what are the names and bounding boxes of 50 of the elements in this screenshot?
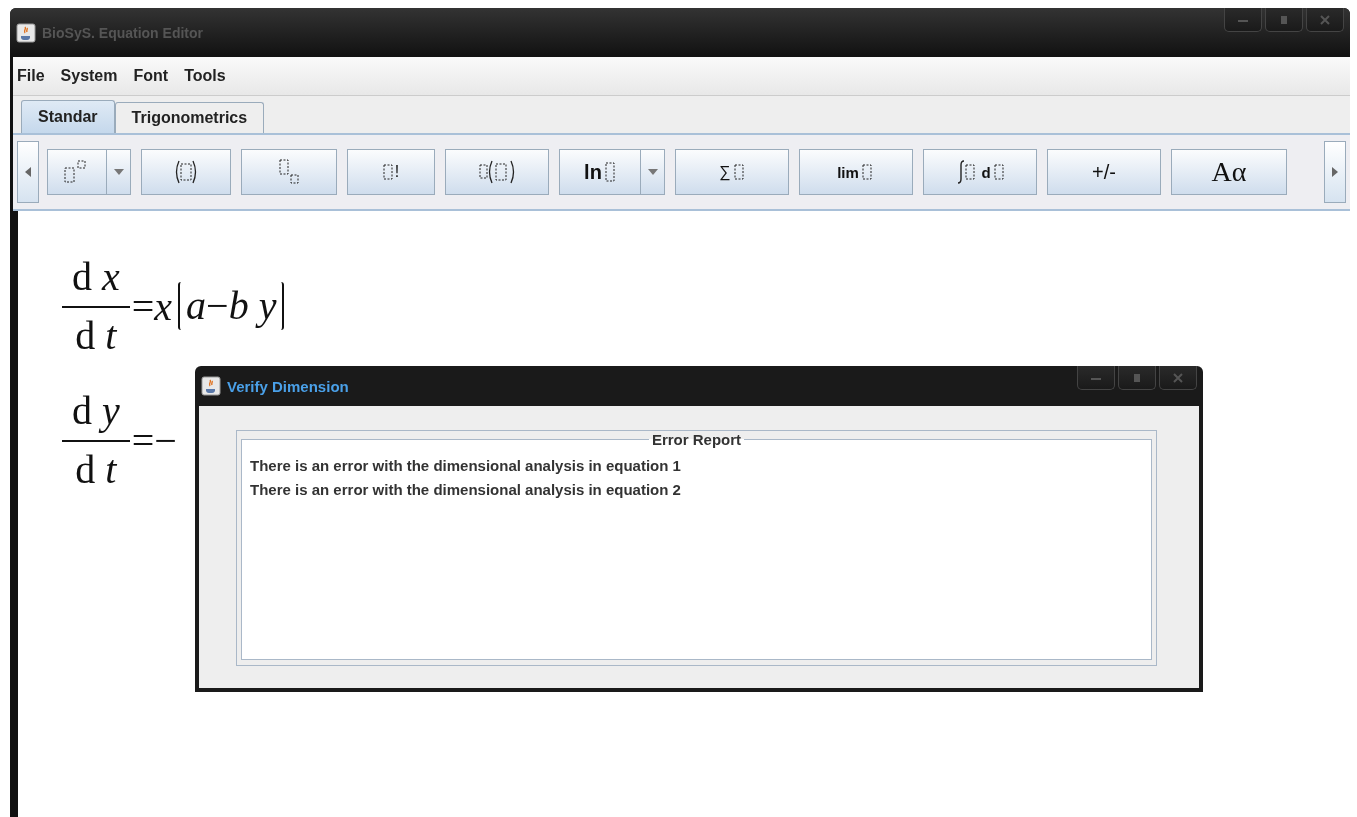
maximize-button[interactable] — [1118, 366, 1156, 390]
toolbar-button[interactable]: d — [923, 149, 1037, 195]
dialog-title: Verify Dimension — [227, 377, 349, 395]
toolbar-button[interactable] — [445, 149, 549, 195]
close-button[interactable] — [1306, 8, 1344, 32]
bracketed-expression: a−b y — [178, 282, 285, 330]
menu-item[interactable]: File — [17, 67, 45, 85]
close-icon — [1171, 372, 1185, 383]
cup-icon — [16, 22, 36, 43]
right-arrow-icon — [1331, 166, 1339, 178]
menu-item[interactable]: System — [60, 67, 118, 85]
placeholder-icon — [992, 163, 1005, 181]
close-button[interactable] — [1159, 366, 1197, 390]
toolbar-button[interactable] — [47, 149, 107, 195]
equation-text: =x — [131, 282, 173, 330]
tab[interactable]: Standar — [21, 100, 115, 133]
close-icon — [1318, 14, 1332, 25]
placeholder-icon — [603, 161, 616, 183]
toolbar-button[interactable]: lim — [799, 149, 913, 195]
placeholder-icon — [732, 163, 745, 181]
menu-item[interactable]: Font — [133, 67, 169, 85]
toolbar-button[interactable]: ln — [559, 149, 641, 195]
function-template-icon — [477, 158, 517, 186]
maximize-button[interactable] — [1265, 8, 1303, 32]
toolbar-button[interactable] — [241, 149, 337, 195]
toolbar-button[interactable]: ! — [347, 149, 435, 195]
scroll-right-button[interactable] — [1324, 141, 1346, 203]
placeholder-icon — [860, 163, 875, 181]
toolbar-button[interactable]: +/- — [1047, 149, 1161, 195]
scroll-left-button[interactable] — [17, 141, 39, 203]
toolbar-button[interactable] — [141, 149, 231, 195]
group-title: Error Report — [650, 431, 743, 448]
cup-icon — [201, 376, 221, 396]
caret-icon — [112, 168, 125, 176]
dropdown-button[interactable] — [641, 149, 665, 195]
minimize-button[interactable] — [1224, 8, 1262, 32]
menu-item[interactable]: Tools — [184, 67, 226, 85]
minimize-button[interactable] — [1077, 366, 1115, 390]
fraction: d y d t — [60, 387, 132, 493]
placeholder-icon — [382, 163, 393, 181]
caret-icon — [646, 168, 659, 176]
equation-text: =− — [131, 416, 177, 464]
error-message: There is an error with the dimensional analysis in equation 1 — [250, 456, 682, 476]
dropdown-button[interactable] — [107, 149, 131, 195]
tab[interactable]: Trigonometrics — [114, 102, 265, 133]
error-message: There is an error with the dimensional analysis in equation 2 — [250, 480, 682, 500]
fraction: d x d t — [60, 253, 132, 359]
left-arrow-icon — [24, 166, 32, 178]
toolbar-button[interactable]: Aα — [1171, 149, 1287, 195]
toolbar-button[interactable]: ∑ — [675, 149, 789, 195]
